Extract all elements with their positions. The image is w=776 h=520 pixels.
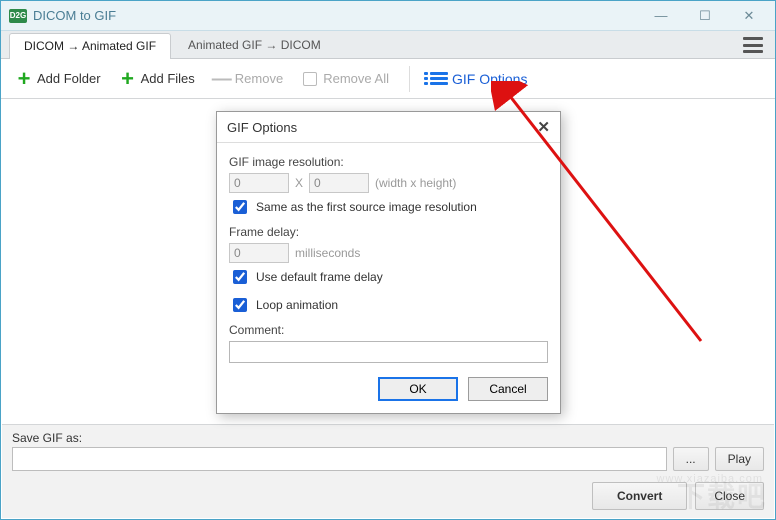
gif-options-label: GIF Options — [452, 71, 527, 87]
comment-label: Comment: — [229, 323, 548, 337]
cancel-button[interactable]: Cancel — [468, 377, 548, 401]
maximize-button[interactable]: ☐ — [683, 2, 727, 30]
add-files-label: Add Files — [141, 71, 195, 86]
close-window-button[interactable]: ✕ — [727, 2, 771, 30]
convert-button[interactable]: Convert — [592, 482, 687, 510]
add-folder-label: Add Folder — [37, 71, 101, 86]
loop-animation-check[interactable] — [233, 298, 247, 312]
same-resolution-checkbox[interactable]: Same as the first source image resolutio… — [229, 197, 548, 217]
times-label: X — [295, 176, 303, 190]
square-icon — [301, 70, 319, 88]
gif-options-dialog: GIF Options ✕ GIF image resolution: X (w… — [216, 111, 561, 414]
bottom-panel: Save GIF as: ... Play Convert Close — [2, 424, 774, 518]
dialog-title: GIF Options — [227, 120, 297, 135]
gif-options-button[interactable]: GIF Options — [426, 66, 531, 92]
tab-gif-to-dicom[interactable]: Animated GIF → DICOM — [173, 32, 336, 58]
same-resolution-check[interactable] — [233, 200, 247, 214]
menu-icon[interactable] — [743, 37, 763, 53]
ok-button[interactable]: OK — [378, 377, 458, 401]
play-button[interactable]: Play — [715, 447, 764, 471]
frame-delay-unit: milliseconds — [295, 246, 360, 260]
toolbar: + Add Folder + Add Files — Remove Remove… — [1, 59, 775, 99]
width-input[interactable] — [229, 173, 289, 193]
same-resolution-label: Same as the first source image resolutio… — [256, 200, 477, 214]
save-as-label: Save GIF as: — [12, 431, 764, 445]
remove-button[interactable]: — Remove — [209, 66, 287, 92]
browse-button[interactable]: ... — [673, 447, 709, 471]
frame-delay-input[interactable] — [229, 243, 289, 263]
tab-strip: DICOM → Animated GIF Animated GIF → DICO… — [1, 31, 775, 59]
height-input[interactable] — [309, 173, 369, 193]
add-folder-button[interactable]: + Add Folder — [11, 66, 105, 92]
save-path-input[interactable] — [12, 447, 667, 471]
titlebar: D2G DICOM to GIF — ☐ ✕ — [1, 1, 775, 31]
app-icon: D2G — [9, 9, 27, 23]
minus-icon: — — [213, 70, 231, 88]
plus-icon: + — [119, 70, 137, 88]
default-delay-check[interactable] — [233, 270, 247, 284]
add-files-button[interactable]: + Add Files — [115, 66, 199, 92]
default-delay-checkbox[interactable]: Use default frame delay — [229, 267, 548, 287]
minimize-button[interactable]: — — [639, 2, 683, 30]
list-icon — [430, 70, 448, 88]
window-title: DICOM to GIF — [33, 8, 116, 23]
loop-animation-label: Loop animation — [256, 298, 338, 312]
default-delay-label: Use default frame delay — [256, 270, 383, 284]
loop-animation-checkbox[interactable]: Loop animation — [229, 295, 548, 315]
close-button[interactable]: Close — [695, 482, 764, 510]
toolbar-separator — [409, 66, 410, 92]
tab-dicom-to-gif[interactable]: DICOM → Animated GIF — [9, 33, 171, 59]
remove-label: Remove — [235, 71, 283, 86]
frame-delay-label: Frame delay: — [229, 225, 548, 239]
dialog-close-icon[interactable]: ✕ — [537, 118, 550, 136]
dialog-titlebar: GIF Options ✕ — [217, 112, 560, 143]
plus-icon: + — [15, 70, 33, 88]
resolution-label: GIF image resolution: — [229, 155, 548, 169]
remove-all-label: Remove All — [323, 71, 389, 86]
comment-input[interactable] — [229, 341, 548, 363]
resolution-hint: (width x height) — [375, 176, 456, 190]
remove-all-button[interactable]: Remove All — [297, 66, 393, 92]
